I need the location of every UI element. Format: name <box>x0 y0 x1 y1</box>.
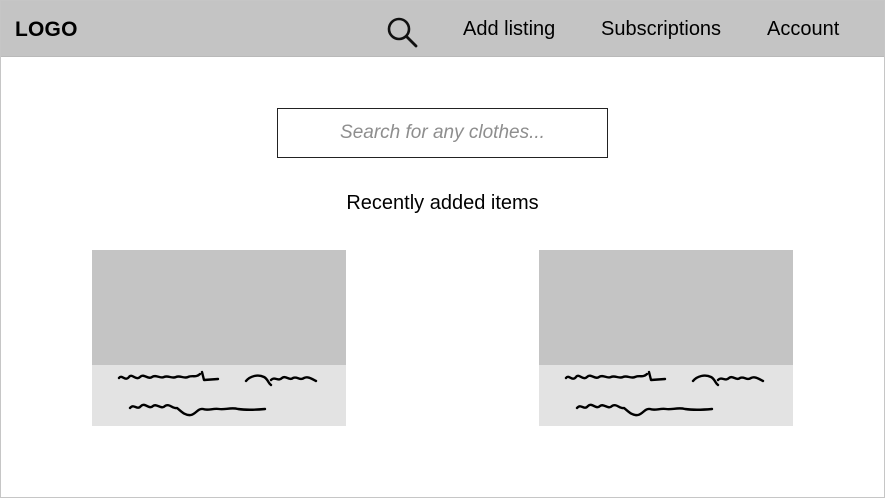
squiggle-text-placeholder <box>564 370 765 417</box>
logo[interactable]: LOGO <box>15 18 78 42</box>
top-navigation-bar: LOGO Add listing Subscriptions Account <box>1 1 884 57</box>
item-card[interactable] <box>539 250 793 426</box>
nav-account[interactable]: Account <box>767 18 839 41</box>
search-input[interactable] <box>278 109 607 157</box>
card-image-placeholder <box>539 250 793 365</box>
card-caption <box>92 365 346 426</box>
card-image-placeholder <box>92 250 346 365</box>
card-caption <box>539 365 793 426</box>
search-box <box>277 108 608 158</box>
squiggle-text-placeholder <box>117 370 318 417</box>
nav-add-listing[interactable]: Add listing <box>463 18 555 41</box>
nav-subscriptions[interactable]: Subscriptions <box>601 18 721 41</box>
item-card[interactable] <box>92 250 346 426</box>
search-icon[interactable] <box>386 16 418 48</box>
page-frame: LOGO Add listing Subscriptions Account R… <box>0 0 885 498</box>
section-title: Recently added items <box>346 192 539 214</box>
